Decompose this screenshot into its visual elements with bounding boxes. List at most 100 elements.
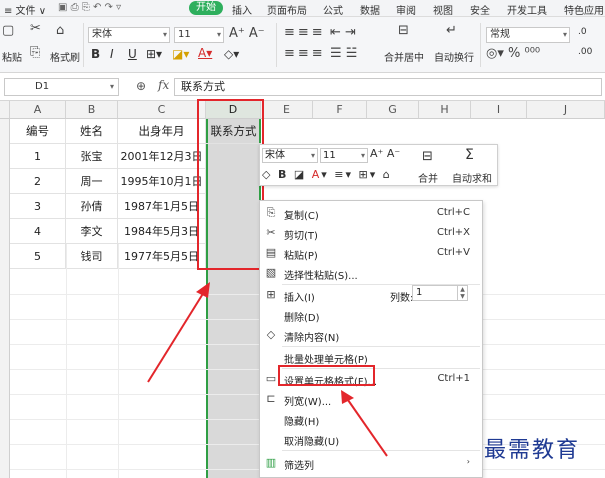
menu-item-column-width[interactable]: ⊏ 列宽(W)... bbox=[260, 389, 482, 409]
tab-review[interactable]: 审阅 bbox=[396, 2, 416, 17]
mini-sum-icon[interactable]: Σ bbox=[465, 147, 474, 163]
header-cell-name[interactable]: 姓名 bbox=[66, 119, 118, 144]
menu-item-filter-column[interactable]: ▥ 筛选列 › bbox=[260, 453, 482, 473]
mini-merge-icon[interactable]: ⊟ bbox=[422, 149, 433, 164]
zoom-search-icon[interactable]: ⊕ bbox=[136, 79, 146, 93]
font-name-select[interactable]: 宋体 ▾ bbox=[88, 27, 170, 43]
cut-icon[interactable]: ✂ bbox=[30, 21, 41, 36]
row-header-strip[interactable] bbox=[0, 119, 10, 478]
column-header-c[interactable]: C bbox=[118, 101, 206, 119]
table-cell[interactable]: 周一 bbox=[66, 169, 118, 194]
spinner-icon[interactable]: ▲ ▼ bbox=[457, 286, 467, 300]
bold-icon[interactable]: B bbox=[91, 47, 100, 61]
tab-data[interactable]: 数据 bbox=[360, 2, 380, 17]
mini-font-size-select[interactable]: 11 ▾ bbox=[320, 148, 368, 163]
table-cell[interactable]: 孙倩 bbox=[66, 194, 118, 219]
mini-font-size-icons[interactable]: A⁺ A⁻ bbox=[370, 147, 400, 160]
formula-bar: D1 ▾ ⊕ fx 联系方式 bbox=[0, 73, 605, 101]
table-cell[interactable]: 1987年1月5日 bbox=[118, 194, 206, 219]
paste-button[interactable]: 粘贴 bbox=[2, 49, 22, 64]
header-cell-birth[interactable]: 出身年月 bbox=[118, 119, 206, 144]
number-format-icons[interactable]: ◎▾ % ⁰⁰⁰ bbox=[486, 46, 540, 61]
mini-merge-button[interactable]: 合并 bbox=[418, 170, 438, 185]
table-cell[interactable]: 李文 bbox=[66, 219, 118, 244]
vertical-align-icons[interactable]: ≡≡≡ bbox=[284, 25, 326, 40]
file-menu[interactable]: ≡ 文件 ∨ bbox=[4, 2, 46, 17]
copy-icon[interactable]: ⎘ bbox=[30, 45, 40, 60]
table-cell[interactable]: 1995年10月1日 bbox=[118, 169, 206, 194]
merge-center-icon[interactable]: ⊟ bbox=[398, 23, 409, 38]
column-count-input[interactable]: 1 ▲ ▼ bbox=[412, 285, 468, 301]
context-menu: ⎘ 复制(C) Ctrl+C ✂ 剪切(T) Ctrl+X ▤ 粘贴(P) Ct… bbox=[259, 200, 483, 478]
indent-icons[interactable]: ⇤ ⇥ bbox=[330, 25, 356, 40]
fill-color-icon[interactable]: ◪▾ bbox=[172, 47, 189, 61]
scissors-icon: ✂ bbox=[266, 226, 276, 239]
column-header-j[interactable]: J bbox=[527, 101, 605, 119]
table-cell[interactable]: 3 bbox=[10, 194, 66, 219]
select-all-corner[interactable] bbox=[0, 101, 10, 119]
menu-item-clear[interactable]: ◇ 清除内容(N) bbox=[260, 325, 482, 345]
filter-chart-icon: ▥ bbox=[265, 456, 277, 469]
font-grow-icon[interactable]: A⁺ A⁻ bbox=[229, 26, 265, 41]
decimal-increase-icon[interactable]: .0 bbox=[578, 27, 587, 37]
menu-item-batch[interactable]: 批量处理单元格(P) bbox=[260, 347, 482, 367]
border-icon[interactable]: ⊞▾ bbox=[146, 47, 162, 61]
italic-icon[interactable]: I bbox=[110, 47, 114, 61]
column-width-icon: ⊏ bbox=[266, 392, 276, 405]
column-header-a[interactable]: A bbox=[10, 101, 66, 119]
tab-formulas[interactable]: 公式 bbox=[323, 2, 343, 17]
tab-special[interactable]: 特色应用 bbox=[564, 2, 604, 17]
header-cell-id[interactable]: 编号 bbox=[10, 119, 66, 144]
menu-item-unhide[interactable]: 取消隐藏(U) bbox=[260, 429, 482, 449]
table-cell[interactable]: 张宝 bbox=[66, 144, 118, 169]
horizontal-align-icons[interactable]: ≡≡≡ bbox=[284, 46, 326, 61]
mini-font-name-select[interactable]: 宋体 ▾ bbox=[262, 148, 318, 163]
menu-item-copy[interactable]: ⎘ 复制(C) Ctrl+C bbox=[260, 203, 482, 223]
tab-security[interactable]: 安全 bbox=[470, 2, 490, 17]
eraser-icon[interactable]: ◇▾ bbox=[224, 47, 239, 61]
formula-input[interactable]: 联系方式 bbox=[174, 78, 602, 96]
quick-access-icons[interactable]: ▣ ⎙ ⎘ ↶ ↷ ▿ bbox=[58, 2, 121, 13]
tab-view[interactable]: 视图 bbox=[433, 2, 453, 17]
name-box[interactable]: D1 ▾ bbox=[4, 78, 119, 96]
font-color-icon[interactable]: A▾ bbox=[198, 46, 212, 60]
table-cell[interactable]: 2 bbox=[10, 169, 66, 194]
tab-page-layout[interactable]: 页面布局 bbox=[267, 2, 307, 17]
table-cell[interactable]: 1977年5月5日 bbox=[118, 244, 206, 269]
menu-item-paste[interactable]: ▤ 粘贴(P) Ctrl+V bbox=[260, 243, 482, 263]
column-header-g[interactable]: G bbox=[367, 101, 419, 119]
wrap-text-button[interactable]: 自动换行 bbox=[434, 49, 474, 64]
column-header-b[interactable]: B bbox=[66, 101, 118, 119]
tab-developer[interactable]: 开发工具 bbox=[507, 2, 547, 17]
paste-icon[interactable]: ▢ bbox=[2, 23, 14, 38]
table-cell[interactable]: 钱司 bbox=[66, 244, 118, 269]
table-cell[interactable]: 1984年5月3日 bbox=[118, 219, 206, 244]
format-painter-icon[interactable]: ⌂ bbox=[56, 23, 64, 38]
format-painter-button[interactable]: 格式刷 bbox=[50, 49, 80, 64]
table-cell[interactable]: 1 bbox=[10, 144, 66, 169]
number-format-select[interactable]: 常规 ▾ bbox=[486, 27, 570, 43]
column-header-i[interactable]: I bbox=[471, 101, 527, 119]
font-size-select[interactable]: 11 ▾ bbox=[174, 27, 224, 43]
column-header-e[interactable]: E bbox=[261, 101, 313, 119]
table-cell[interactable]: 5 bbox=[10, 244, 66, 269]
decimal-decrease-icon[interactable]: .00 bbox=[578, 47, 592, 57]
tab-home[interactable]: 开始 bbox=[189, 1, 223, 15]
menu-item-cut[interactable]: ✂ 剪切(T) Ctrl+X bbox=[260, 223, 482, 243]
column-header-f[interactable]: F bbox=[313, 101, 367, 119]
tab-insert[interactable]: 插入 bbox=[232, 2, 252, 17]
table-cell[interactable]: 2001年12月3日 bbox=[118, 144, 206, 169]
mini-format-icons[interactable]: ◇ B ◪ A▾ ≡▾ ⊞▾ ⌂ bbox=[262, 168, 392, 181]
underline-icon[interactable]: U bbox=[128, 47, 137, 61]
watermark-logo: 最需教育 bbox=[484, 438, 581, 463]
wrap-text-icon[interactable]: ↵ bbox=[446, 23, 457, 38]
merge-center-button[interactable]: 合并居中 bbox=[384, 49, 424, 64]
fx-icon[interactable]: fx bbox=[158, 78, 169, 92]
menu-item-delete[interactable]: 删除(D) bbox=[260, 305, 482, 325]
menu-item-hide[interactable]: 隐藏(H) bbox=[260, 409, 482, 429]
table-cell[interactable]: 4 bbox=[10, 219, 66, 244]
column-header-h[interactable]: H bbox=[419, 101, 471, 119]
mini-autosum-button[interactable]: 自动求和 bbox=[452, 170, 492, 185]
menu-item-paste-special[interactable]: ▧ 选择性粘贴(S)... bbox=[260, 263, 482, 283]
align-justify-icons[interactable]: ☰ ☱ bbox=[330, 46, 357, 61]
